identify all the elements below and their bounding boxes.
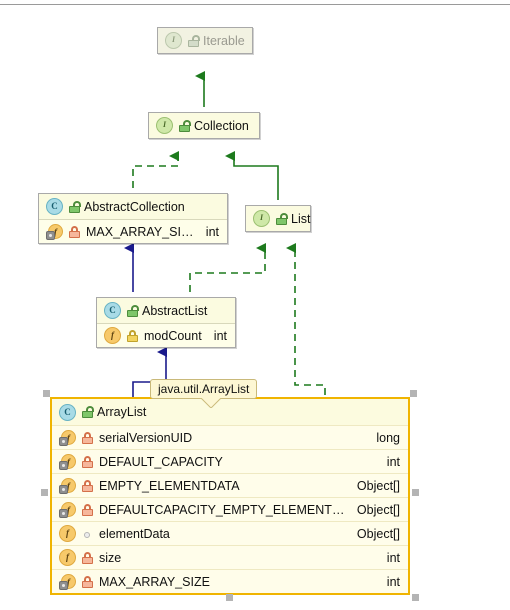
static-field-icon: f (46, 223, 63, 240)
private-lock-icon (82, 455, 93, 468)
class-node-list[interactable]: I List (245, 205, 311, 232)
protected-lock-icon (127, 329, 138, 342)
resize-handle-middle-left[interactable] (41, 489, 48, 496)
node-members: f modCount int (97, 323, 235, 347)
node-header: I List (246, 206, 310, 231)
resize-handle-bottom-center[interactable] (226, 594, 233, 601)
member-type: long (376, 430, 400, 445)
static-field-icon: f (59, 501, 76, 518)
member-row[interactable]: f MAX_ARRAY_SIZE int (52, 569, 408, 593)
class-icon: C (59, 403, 76, 421)
member-row[interactable]: f EMPTY_ELEMENTDATA Object[] (52, 473, 408, 497)
static-field-icon: f (59, 453, 76, 470)
member-type: Object[] (356, 526, 400, 541)
resize-handle-middle-right[interactable] (412, 489, 419, 496)
public-lock-icon (82, 406, 94, 418)
tooltip-tail (199, 398, 221, 408)
member-row[interactable]: f modCount int (97, 323, 235, 347)
resize-handle-bottom-right[interactable] (412, 594, 419, 601)
resize-handle-top-right[interactable] (410, 390, 417, 397)
member-row[interactable]: f serialVersionUID long (52, 425, 408, 449)
private-lock-icon (82, 479, 93, 492)
class-node-abstractlist[interactable]: C AbstractList f modCount int (96, 297, 236, 348)
class-node-collection[interactable]: I Collection (148, 112, 260, 139)
node-title: AbstractCollection (84, 199, 185, 214)
member-name: serialVersionUID (99, 430, 193, 445)
edge-abstractcollection-to-collection (132, 151, 179, 188)
node-header: C ArrayList (52, 399, 408, 425)
member-row[interactable]: f elementData Object[] (52, 521, 408, 545)
class-node-abstractcollection[interactable]: C AbstractCollection f MAX_ARRAY_SIZE in… (38, 193, 228, 244)
class-node-iterable[interactable]: I Iterable (157, 27, 253, 54)
node-members: f MAX_ARRAY_SIZE int (39, 219, 227, 243)
node-members: f serialVersionUID long f DEFAULT_CAPACI… (52, 425, 408, 593)
interface-icon: I (156, 117, 173, 134)
node-title: Iterable (203, 33, 245, 48)
node-tooltip: java.util.ArrayList (150, 379, 258, 399)
static-field-icon: f (59, 573, 76, 590)
private-lock-icon (82, 503, 93, 516)
member-name: DEFAULT_CAPACITY (99, 454, 223, 469)
static-field-icon: f (59, 429, 76, 446)
field-icon: f (59, 525, 76, 542)
node-title: List (291, 211, 311, 226)
member-type: int (386, 454, 400, 469)
member-name: DEFAULTCAPACITY_EMPTY_ELEMENTDATA (99, 502, 347, 517)
member-row[interactable]: f size int (52, 545, 408, 569)
private-lock-icon (82, 431, 93, 444)
node-header: C AbstractList (97, 298, 235, 323)
public-lock-icon (188, 34, 200, 47)
node-header: C AbstractCollection (39, 194, 227, 219)
public-lock-icon (69, 200, 81, 213)
member-name: EMPTY_ELEMENTDATA (99, 478, 240, 493)
private-lock-icon (69, 225, 80, 238)
member-type: int (205, 224, 219, 239)
member-row[interactable]: f DEFAULTCAPACITY_EMPTY_ELEMENTDATA Obje… (52, 497, 408, 521)
node-title: Collection (194, 118, 249, 133)
member-name: MAX_ARRAY_SIZE (86, 224, 196, 239)
node-header: I Collection (149, 113, 259, 138)
diagram-canvas[interactable]: I Iterable I Collection C AbstractCollec… (0, 5, 510, 605)
member-name: size (99, 550, 122, 565)
node-title: AbstractList (142, 303, 208, 318)
tooltip-label: java.util.ArrayList (158, 382, 250, 396)
member-type: Object[] (356, 478, 400, 493)
edge-arraylist-to-list (286, 243, 326, 395)
package-private-icon (82, 528, 93, 540)
member-name: MAX_ARRAY_SIZE (99, 574, 210, 589)
class-node-arraylist[interactable]: C ArrayList f serialVersionUID long f DE… (50, 397, 410, 595)
field-icon: f (104, 327, 121, 344)
interface-icon: I (165, 32, 182, 49)
class-icon: C (104, 302, 121, 319)
member-type: Object[] (356, 502, 400, 517)
member-type: int (386, 574, 400, 589)
node-title: ArrayList (97, 405, 147, 419)
edge-abstractlist-to-list (189, 243, 266, 292)
node-header: I Iterable (158, 28, 252, 53)
member-row[interactable]: f DEFAULT_CAPACITY int (52, 449, 408, 473)
member-type: int (386, 550, 400, 565)
public-lock-icon (276, 212, 288, 225)
edge-list-to-collection (225, 151, 279, 200)
static-field-icon: f (59, 477, 76, 494)
member-type: int (213, 328, 227, 343)
class-icon: C (46, 198, 63, 215)
private-lock-icon (82, 575, 93, 588)
public-lock-icon (179, 119, 191, 132)
member-name: elementData (99, 526, 170, 541)
public-lock-icon (127, 304, 139, 317)
interface-icon: I (253, 210, 270, 227)
private-lock-icon (82, 551, 93, 564)
member-row[interactable]: f MAX_ARRAY_SIZE int (39, 219, 227, 243)
field-icon: f (59, 549, 76, 566)
member-name: modCount (144, 328, 202, 343)
resize-handle-top-left[interactable] (43, 390, 50, 397)
